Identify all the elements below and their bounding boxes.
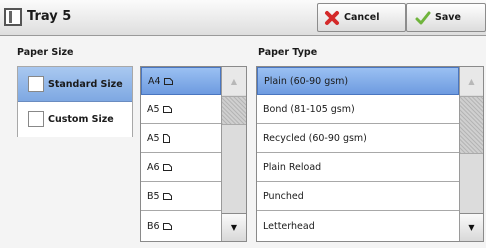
list-item[interactable]: Plain (60-90 gsm) [257,67,459,95]
scroll-thumb[interactable] [222,96,246,125]
list-item[interactable]: Plain Reload [257,154,459,182]
list-item[interactable]: Recycled (60-90 gsm) [257,125,459,153]
paper-type-label: Punched [263,191,304,202]
custom-size-button[interactable]: Custom Size [18,102,132,137]
paper-type-label: Recycled (60-90 gsm) [263,133,367,144]
scroll-thumb[interactable] [460,96,483,154]
landscape-paper-icon [162,164,172,171]
scroll-down-button[interactable]: ▼ [460,213,483,241]
list-item[interactable]: B5 [141,183,221,211]
scroll-up-button[interactable]: ▲ [222,67,246,95]
portrait-paper-icon [162,134,170,143]
standard-size-button[interactable]: Standard Size [18,67,132,102]
paper-type-label: Plain (60-90 gsm) [264,75,349,87]
size-label: A5 [147,104,160,115]
size-label: B6 [147,220,160,232]
list-item[interactable]: A5 [141,125,221,153]
landscape-paper-icon [163,77,173,85]
landscape-paper-icon [162,222,172,230]
list-item[interactable]: Letterhead [257,212,459,240]
cancel-button[interactable]: Cancel [317,3,406,32]
paper-size-label: Paper Size [17,47,74,58]
custom-size-label: Custom Size [48,114,114,125]
size-label: A4 [148,75,161,87]
paper-type-list: Plain (60-90 gsm) Bond (81-105 gsm) Recy… [256,66,484,242]
cancel-icon [325,10,339,25]
landscape-paper-icon [162,193,172,200]
list-item[interactable]: A6 [141,154,221,182]
scroll-down-button[interactable]: ▼ [222,213,246,241]
tray-icon [4,8,22,26]
list-item[interactable]: Punched [257,183,459,211]
paper-type-label: Bond (81-105 gsm) [263,104,355,115]
paper-type-scrollbar[interactable]: ▲ ▼ [459,67,483,241]
cancel-label: Cancel [344,12,380,23]
save-button[interactable]: Save [406,3,486,32]
landscape-paper-icon [162,106,172,113]
list-item[interactable]: Bond (81-105 gsm) [257,96,459,124]
size-label: B5 [147,191,160,202]
size-label: A6 [147,162,160,173]
checkbox-icon [28,111,44,127]
list-item[interactable]: B6 [141,212,221,240]
list-item[interactable]: A5 [141,96,221,124]
save-label: Save [435,12,461,23]
standard-size-label: Standard Size [48,78,123,90]
page-title: Tray 5 [27,9,72,24]
paper-size-options: Standard Size Custom Size [17,66,133,137]
scroll-up-button[interactable]: ▲ [460,67,483,95]
checkmark-icon [415,11,431,24]
list-item[interactable]: A4 [141,67,221,95]
size-list: A4 A5 A5 A6 B5 B6 ▲ ▼ [140,66,247,242]
size-label: A5 [147,133,160,144]
header-bar: Tray 5 Cancel Save [0,0,486,36]
paper-type-label: Letterhead [263,220,315,232]
paper-type-label: Paper Type [258,47,318,58]
checkbox-icon [28,76,44,92]
size-list-scrollbar[interactable]: ▲ ▼ [221,67,246,241]
paper-type-label: Plain Reload [263,162,322,173]
